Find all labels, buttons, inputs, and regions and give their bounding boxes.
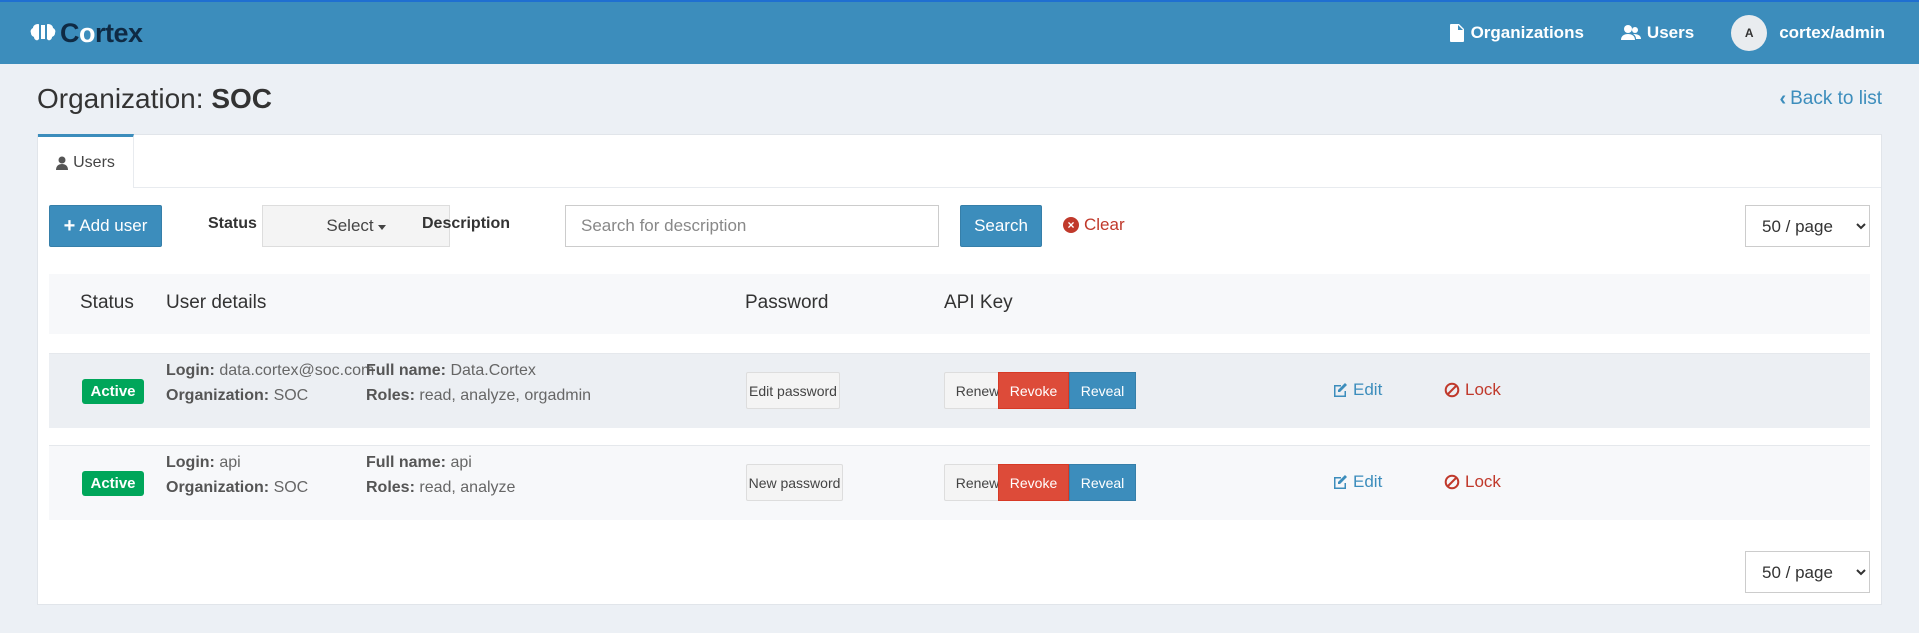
lock-label: Lock xyxy=(1465,380,1501,399)
table-row: Active Login: api Organization: SOC Full… xyxy=(49,445,1870,520)
fullname-detail: Full name: Data.Cortex xyxy=(366,362,536,380)
roles-value: read, analyze xyxy=(419,479,516,496)
lock-user-link[interactable]: Lock xyxy=(1444,380,1501,400)
page-title-prefix: Organization: xyxy=(37,83,204,114)
brain-icon xyxy=(30,24,56,41)
clear-filters-link[interactable]: × Clear xyxy=(1063,215,1125,235)
page-size-select-top[interactable]: 50 / page xyxy=(1745,205,1870,247)
status-filter-label: Status xyxy=(208,215,257,232)
organization-label: Organization: xyxy=(166,479,270,496)
header-api-key: API Key xyxy=(944,292,1013,313)
times-circle-icon: × xyxy=(1063,217,1079,233)
page-header: Organization: SOC ‹ Back to list xyxy=(0,64,1919,134)
table-row: Active Login: data.cortex@soc.com Organi… xyxy=(49,353,1870,428)
users-panel: Users + Add user Status Select Descripti… xyxy=(37,134,1882,605)
roles-detail: Roles: read, analyze, orgadmin xyxy=(366,387,591,405)
fullname-detail: Full name: api xyxy=(366,454,472,472)
fullname-label: Full name: xyxy=(366,362,447,379)
login-label: Login: xyxy=(166,454,215,471)
nav-users[interactable]: Users xyxy=(1620,23,1695,43)
add-user-button[interactable]: + Add user xyxy=(49,205,162,247)
back-to-list-link[interactable]: ‹ Back to list xyxy=(1779,88,1882,111)
description-filter-label: Description xyxy=(422,215,511,232)
organization-value: SOC xyxy=(273,387,309,404)
header-user-details: User details xyxy=(166,292,267,313)
login-label: Login: xyxy=(166,362,215,379)
nav-organizations-label: Organizations xyxy=(1470,23,1584,42)
roles-detail: Roles: read, analyze xyxy=(366,479,515,497)
reveal-key-button[interactable]: Reveal xyxy=(1069,372,1136,409)
header-password: Password xyxy=(745,292,829,313)
tab-bar: Users xyxy=(38,134,1881,188)
file-icon xyxy=(1449,24,1464,42)
edit-user-link[interactable]: Edit xyxy=(1332,472,1382,492)
edit-user-link[interactable]: Edit xyxy=(1332,380,1382,400)
cortex-logo[interactable]: Cortex xyxy=(30,18,143,49)
organization-detail: Organization: SOC xyxy=(166,479,308,497)
page-title: Organization: SOC xyxy=(37,83,272,115)
avatar: A xyxy=(1731,15,1768,51)
reveal-key-button[interactable]: Reveal xyxy=(1069,464,1136,501)
tab-users-label: Users xyxy=(73,153,115,171)
chevron-left-icon: ‹ xyxy=(1779,87,1787,110)
login-value: api xyxy=(219,454,241,471)
edit-icon xyxy=(1334,383,1347,397)
status-badge: Active xyxy=(82,471,144,496)
status-badge: Active xyxy=(82,379,144,404)
edit-password-button[interactable]: Edit password xyxy=(746,372,840,409)
add-user-label: Add user xyxy=(79,216,148,235)
nav-organizations[interactable]: Organizations xyxy=(1449,23,1584,43)
ban-icon xyxy=(1444,382,1460,398)
organization-value: SOC xyxy=(273,479,309,496)
status-select-value: Select xyxy=(326,216,374,235)
revoke-key-button[interactable]: Revoke xyxy=(998,372,1069,409)
edit-label: Edit xyxy=(1353,380,1383,399)
fullname-value: api xyxy=(450,454,472,471)
organization-label: Organization: xyxy=(166,387,270,404)
ban-icon xyxy=(1444,474,1460,490)
new-password-button[interactable]: New password xyxy=(746,464,843,501)
logo-text-c: C xyxy=(60,17,80,48)
user-icon xyxy=(56,156,69,170)
logo-text-o: o xyxy=(79,17,96,48)
plus-icon: + xyxy=(63,214,76,237)
back-to-list-label: Back to list xyxy=(1790,88,1882,109)
user-menu[interactable]: A cortex/admin xyxy=(1731,15,1885,51)
filter-bar: + Add user Status Select Description Sea… xyxy=(49,205,1870,247)
login-value: data.cortex@soc.com xyxy=(219,362,375,379)
search-button[interactable]: Search xyxy=(960,205,1042,247)
top-navbar: Cortex Organizations Users A cortex/admi… xyxy=(0,0,1919,64)
page-size-select-bottom[interactable]: 50 / page xyxy=(1745,551,1870,593)
login-detail: Login: data.cortex@soc.com xyxy=(166,362,374,380)
edit-icon xyxy=(1334,475,1347,489)
roles-value: read, analyze, orgadmin xyxy=(419,387,592,404)
header-status: Status xyxy=(80,292,134,313)
revoke-key-button[interactable]: Revoke xyxy=(998,464,1069,501)
caret-down-icon xyxy=(377,224,386,230)
login-detail: Login: api xyxy=(166,454,241,472)
lock-user-link[interactable]: Lock xyxy=(1444,472,1501,492)
page-title-org: SOC xyxy=(211,83,273,114)
table-header: Status User details Password API Key xyxy=(49,274,1870,334)
description-search-input[interactable] xyxy=(565,205,939,247)
nav-users-label: Users xyxy=(1646,23,1695,42)
roles-label: Roles: xyxy=(366,387,415,404)
logo-text-rest: rtex xyxy=(95,17,143,48)
users-icon xyxy=(1620,25,1641,40)
fullname-value: Data.Cortex xyxy=(450,362,536,379)
tab-users[interactable]: Users xyxy=(38,134,134,188)
lock-label: Lock xyxy=(1465,472,1501,491)
roles-label: Roles: xyxy=(366,479,415,496)
clear-label: Clear xyxy=(1084,215,1125,234)
user-name: cortex/admin xyxy=(1779,23,1885,42)
organization-detail: Organization: SOC xyxy=(166,387,308,405)
edit-label: Edit xyxy=(1353,472,1383,491)
fullname-label: Full name: xyxy=(366,454,447,471)
